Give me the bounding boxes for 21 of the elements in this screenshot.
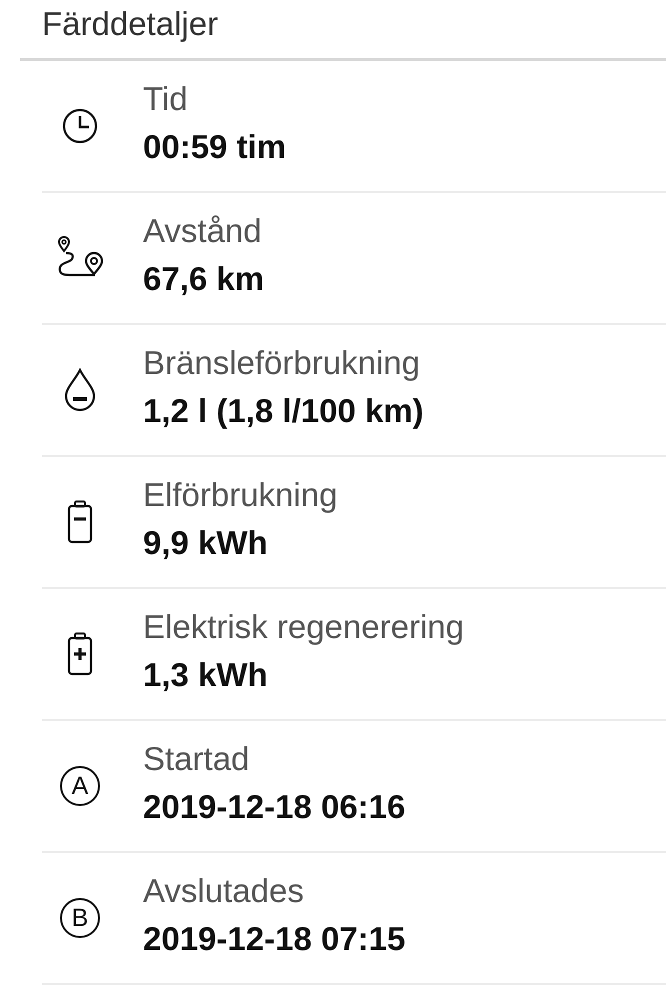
section-title: Färddetaljer xyxy=(41,4,220,44)
field-label: Tid xyxy=(143,80,189,118)
field-label: Elförbrukning xyxy=(143,476,338,514)
letter-badge: B xyxy=(60,898,100,938)
field-label: Startad xyxy=(143,740,250,778)
field-label: Bränsleförbrukning xyxy=(143,344,421,382)
field-value: 2019-12-18 07:15 xyxy=(143,920,406,958)
battery-plus-icon xyxy=(67,632,93,676)
field-label: Avslutades xyxy=(143,872,305,910)
field-value: 2019-12-18 06:16 xyxy=(143,788,406,826)
field-label: Avstånd xyxy=(143,212,263,250)
battery-minus-icon xyxy=(67,500,93,544)
letter-badge: A xyxy=(60,766,100,806)
drop-icon xyxy=(63,368,97,412)
field-value: 1,2 l (1,8 l/100 km) xyxy=(143,392,424,430)
clock-icon xyxy=(62,108,98,144)
field-value: 1,3 kWh xyxy=(143,656,269,694)
field-label: Elektrisk regenerering xyxy=(143,608,464,646)
field-value: 00:59 tim xyxy=(143,128,286,166)
field-value: 9,9 kWh xyxy=(143,524,269,562)
field-value: 67,6 km xyxy=(143,260,264,298)
